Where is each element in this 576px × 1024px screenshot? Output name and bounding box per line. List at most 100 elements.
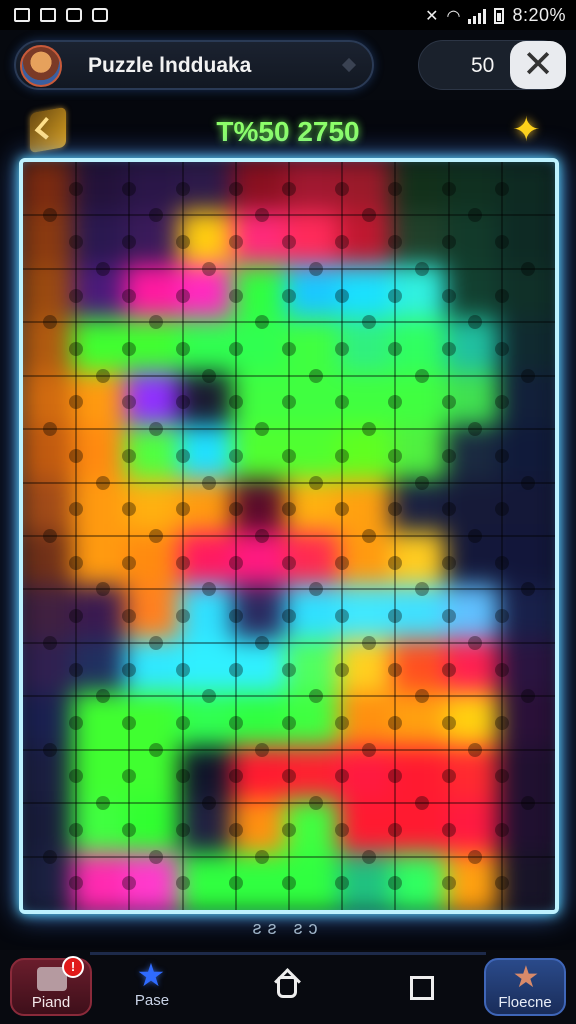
puzzle-knob (441, 609, 456, 624)
title-pill[interactable]: Puzzle lndduaka (14, 40, 374, 90)
puzzle-knob (441, 876, 456, 891)
puzzle-knob (335, 822, 350, 837)
puzzle-knob (335, 555, 350, 570)
puzzle-knob (494, 235, 509, 250)
wifi-icon: ◠ (446, 7, 461, 25)
status-right-icons: ✕ ◠ 8:20% (425, 5, 566, 26)
puzzle-knob (282, 342, 296, 356)
puzzle-knob (175, 609, 190, 624)
puzzle-knob (388, 555, 403, 570)
puzzle-knob (149, 529, 163, 543)
status-time: 8:20% (512, 5, 566, 25)
avatar[interactable] (20, 45, 62, 87)
resume-button[interactable]: ★ Floecne (484, 958, 566, 1016)
puzzle-knob (441, 822, 456, 837)
bottom-nav: ! Piand ★ Pase ★ Floecne (0, 950, 576, 1024)
puzzle-knob (95, 368, 110, 383)
puzzle-knob (308, 689, 323, 704)
notification-badge: ! (62, 956, 84, 978)
puzzle-knob (335, 448, 350, 463)
puzzle-knob (95, 796, 110, 811)
signal-icon (468, 8, 487, 24)
puzzle-knob (175, 288, 190, 303)
puzzle-knob (388, 662, 403, 677)
mute-icon: ✕ (425, 7, 439, 25)
puzzle-knob (415, 475, 429, 490)
puzzle-knob (95, 475, 110, 490)
close-button[interactable]: ✕ (510, 41, 566, 89)
pause-label: Pase (134, 992, 170, 1009)
status-bar: ✕ ◠ 8:20% (0, 0, 576, 30)
puzzle-knob (282, 662, 296, 677)
puzzle-knob (441, 235, 456, 250)
home-icon-body (277, 976, 297, 998)
puzzle-knob (282, 181, 296, 196)
puzzle-knob (69, 448, 84, 463)
puzzle-knob (415, 261, 429, 276)
puzzle-knob (494, 716, 509, 730)
puzzle-knob (149, 635, 163, 650)
puzzle-knob (228, 822, 243, 837)
home-button[interactable] (272, 968, 304, 1004)
puzzle-board[interactable] (19, 158, 559, 914)
puzzle-knob (42, 849, 57, 864)
puzzle-knob (441, 395, 456, 410)
page-indicator: ƨƨ ƨɔ (252, 918, 324, 938)
puzzle-knob (175, 502, 190, 517)
puzzle-knob (228, 609, 243, 624)
find-button[interactable]: ! Piand (10, 956, 92, 1016)
puzzle-knob (228, 502, 243, 517)
puzzle-knob (388, 288, 403, 303)
puzzle-knob (361, 422, 376, 437)
puzzle-knob (335, 662, 350, 677)
puzzle-knob (308, 368, 323, 383)
puzzle-knob (228, 181, 243, 196)
puzzle-knob (415, 368, 429, 383)
puzzle-knob (361, 742, 376, 757)
puzzle-knob (494, 822, 509, 837)
puzzle-knob (308, 261, 323, 276)
puzzle-knob (494, 448, 509, 463)
puzzle-knob (308, 796, 323, 811)
pause-button[interactable]: ★ Pase (112, 958, 192, 1016)
sparkle-icon[interactable]: ✦ (512, 113, 544, 147)
puzzle-knob (494, 342, 509, 356)
fox-icon: ★ (512, 961, 540, 994)
recent-apps-button[interactable] (410, 976, 434, 1000)
puzzle-knob (228, 448, 243, 463)
puzzle-knob (255, 742, 270, 757)
status-left-icons (0, 8, 108, 22)
shield-icon (66, 8, 82, 22)
puzzle-knob (42, 208, 57, 223)
puzzle-knob (42, 635, 57, 650)
puzzle-knob (228, 716, 243, 730)
puzzle-knob (69, 181, 84, 196)
puzzle-knob (308, 475, 323, 490)
puzzle-knob (202, 261, 217, 276)
puzzle-knob (202, 475, 217, 490)
puzzle-knob (228, 662, 243, 677)
puzzle-knob (282, 555, 296, 570)
puzzle-knob (175, 235, 190, 250)
puzzle-knob (282, 448, 296, 463)
puzzle-knob (95, 261, 110, 276)
puzzle-knob (361, 849, 376, 864)
puzzle-knob (441, 448, 456, 463)
puzzle-knob (122, 662, 137, 677)
puzzle-knob (202, 368, 217, 383)
puzzle-knob (175, 342, 190, 356)
puzzle-knob (228, 876, 243, 891)
puzzle-knob (95, 689, 110, 704)
puzzle-knob (441, 288, 456, 303)
puzzle-knob (494, 876, 509, 891)
puzzle-knob (361, 635, 376, 650)
resume-label: Floecne (498, 994, 552, 1011)
puzzle-knob (149, 849, 163, 864)
puzzle-knob (69, 822, 84, 837)
puzzle-knob (228, 288, 243, 303)
puzzle-knob (42, 422, 57, 437)
puzzle-knob (175, 876, 190, 891)
puzzle-knob (228, 555, 243, 570)
puzzle-knob (441, 181, 456, 196)
page-title: Puzzle lndduaka (88, 54, 252, 77)
